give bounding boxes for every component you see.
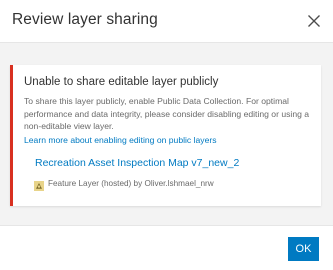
- dialog-content: Unable to share editable layer publicly …: [0, 42, 333, 226]
- close-icon: [308, 15, 320, 27]
- close-button[interactable]: [301, 8, 327, 34]
- review-layer-sharing-dialog: Review layer sharing Unable to share edi…: [0, 0, 333, 270]
- sharing-warning-notice: Unable to share editable layer publicly …: [10, 65, 321, 206]
- ok-button[interactable]: OK: [288, 237, 319, 261]
- notice-message: To share this layer publicly, enable Pub…: [24, 96, 310, 131]
- dialog-header: Review layer sharing: [0, 0, 333, 42]
- layer-meta: Feature Layer (hosted) by Oliver.lshmael…: [34, 177, 214, 191]
- notice-title: Unable to share editable layer publicly: [24, 76, 219, 88]
- layer-meta-text: Feature Layer (hosted) by Oliver.lshmael…: [48, 178, 214, 188]
- layer-name-link[interactable]: Recreation Asset Inspection Map v7_new_2: [35, 157, 239, 169]
- dialog-footer: OK: [0, 226, 333, 270]
- feature-layer-icon: [34, 178, 44, 191]
- dialog-title: Review layer sharing: [12, 11, 158, 28]
- learn-more-link[interactable]: Learn more about enabling editing on pub…: [24, 135, 217, 145]
